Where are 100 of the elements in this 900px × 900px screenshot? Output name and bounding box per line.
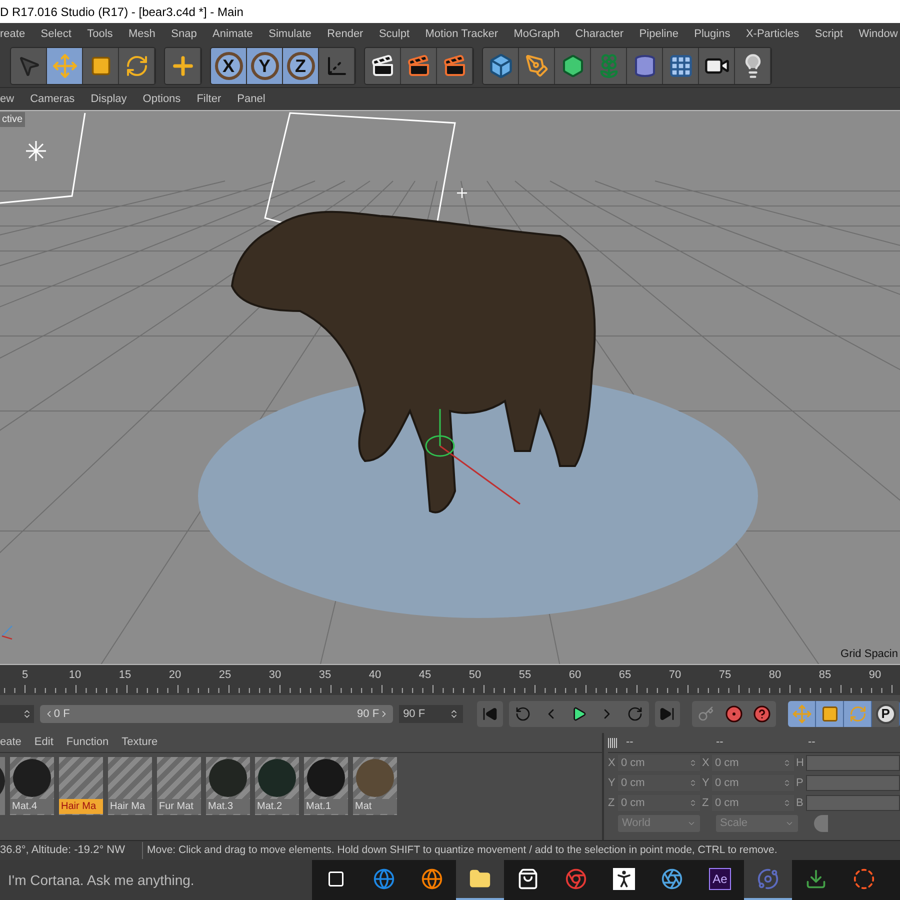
taskbar-app-button[interactable]: Ae xyxy=(696,860,744,900)
material-swatch[interactable]: Mat xyxy=(353,757,397,815)
play-icon xyxy=(570,706,587,722)
menu-item[interactable]: MoGraph xyxy=(514,26,560,42)
key-mode-button[interactable] xyxy=(844,701,872,727)
material-menu-item[interactable]: Edit xyxy=(34,734,54,751)
menu-item[interactable]: Pipeline xyxy=(639,26,678,42)
light-button[interactable] xyxy=(735,48,771,84)
aperture-icon xyxy=(661,868,683,890)
key-mode-button[interactable] xyxy=(816,701,844,727)
material-swatch[interactable]: Hair Ma xyxy=(59,757,103,815)
menu-item[interactable]: Render xyxy=(327,26,364,42)
go-to-start-button[interactable] xyxy=(476,701,503,727)
menu-item[interactable]: Script xyxy=(814,26,843,42)
axis-label: X xyxy=(608,756,616,771)
menu-item[interactable]: Mesh xyxy=(128,26,156,42)
search-field[interactable]: I'm Cortana. Ask me anything. xyxy=(0,860,312,900)
frame-number: 65 xyxy=(618,668,632,682)
material-swatch[interactable]: Mat.4 xyxy=(10,757,54,815)
material-swatch[interactable]: Mat.3 xyxy=(206,757,250,815)
menu-item[interactable]: Sculpt xyxy=(378,26,410,42)
axis-lock-button[interactable]: Y xyxy=(247,48,283,84)
key-mode-button[interactable] xyxy=(788,701,816,727)
max-frame-field[interactable]: 90 F xyxy=(399,705,463,723)
viewport-menu-item[interactable]: Options xyxy=(142,90,181,108)
cloner-button[interactable] xyxy=(591,48,627,84)
axis-gizmo-icon xyxy=(2,626,12,640)
rotate-tool-button[interactable] xyxy=(119,48,155,84)
curved-arrow-icon xyxy=(514,706,531,722)
menu-item[interactable]: Select xyxy=(40,26,72,42)
spinner-icon xyxy=(689,759,697,767)
viewport-menu-item[interactable]: Display xyxy=(90,90,127,108)
frame-range-slider[interactable]: 0 F 90 F xyxy=(40,705,394,723)
menu-item[interactable]: X-Particles xyxy=(746,26,800,42)
menu-item[interactable]: Simulate xyxy=(268,26,312,42)
viewport-menu-item[interactable]: Filter xyxy=(196,90,222,108)
frame-number: 85 xyxy=(818,668,832,682)
move-tool-button[interactable] xyxy=(47,48,83,84)
spinner-icon xyxy=(689,799,697,807)
column-header: -- xyxy=(716,735,724,750)
taskbar-app-button[interactable] xyxy=(456,860,504,900)
frame-number: 55 xyxy=(518,668,532,682)
render-button[interactable] xyxy=(401,48,437,84)
coordinate-system-button[interactable] xyxy=(319,48,355,84)
render-button[interactable] xyxy=(437,48,473,84)
camera-button[interactable] xyxy=(699,48,735,84)
frame-number: 20 xyxy=(168,668,182,682)
viewport[interactable]: ctive Grid Spacin xyxy=(0,110,900,665)
material-menu-item[interactable]: Function xyxy=(66,734,109,751)
axis-lock-button[interactable]: Z xyxy=(283,48,319,84)
deformer-button[interactable] xyxy=(627,48,663,84)
axis-label: Y xyxy=(702,776,710,791)
spinner-icon xyxy=(783,759,791,767)
material-swatch[interactable]: Hair Ma xyxy=(108,757,152,815)
menu-item[interactable]: Animate xyxy=(212,26,253,42)
render-button[interactable] xyxy=(365,48,401,84)
clapperboard-icon xyxy=(370,54,394,78)
viewport-menu-item[interactable]: Cameras xyxy=(30,90,75,108)
material-swatch[interactable]: Fur Mat xyxy=(157,757,201,815)
camera-label: ctive xyxy=(0,112,25,127)
frame-number: 50 xyxy=(468,668,482,682)
cube-button[interactable] xyxy=(483,48,519,84)
material-swatch[interactable]: Mat.1 xyxy=(304,757,348,815)
record-icon xyxy=(725,705,744,723)
status-coordinates: 36.8°, Altitude: -19.2° NW xyxy=(0,842,143,859)
menu-item[interactable]: Motion Tracker xyxy=(425,26,498,42)
axis-lock-button[interactable]: X xyxy=(211,48,247,84)
menu-item[interactable]: Snap xyxy=(171,26,197,42)
frame-number: 25 xyxy=(218,668,232,682)
viewport-menu-item[interactable]: ew xyxy=(0,90,14,108)
frame-number: 35 xyxy=(318,668,332,682)
rotation-field[interactable] xyxy=(806,755,900,771)
menu-item[interactable]: reate xyxy=(0,26,26,42)
material-swatch[interactable] xyxy=(0,757,5,815)
light-icon xyxy=(26,141,46,161)
menu-item[interactable]: Tools xyxy=(87,26,113,42)
material-menu-item[interactable]: Texture xyxy=(122,734,158,751)
frame-number: 30 xyxy=(268,668,282,682)
floor-button[interactable] xyxy=(663,48,699,84)
viewport-menu-item[interactable]: Panel xyxy=(237,90,266,108)
frame-number: 60 xyxy=(568,668,582,682)
scale-tool-button[interactable] xyxy=(83,48,119,84)
spinner-icon xyxy=(448,709,459,719)
frame-spinner-field[interactable] xyxy=(0,705,34,723)
subdivision-button[interactable] xyxy=(555,48,591,84)
rotation-field[interactable] xyxy=(806,775,900,791)
pen-button[interactable] xyxy=(519,48,555,84)
material-menu-item[interactable]: eate xyxy=(0,734,22,751)
material-swatch[interactable]: Mat.2 xyxy=(255,757,299,815)
chrome-icon xyxy=(565,868,587,890)
menu-item[interactable]: Plugins xyxy=(694,26,730,42)
curved-arrow-icon xyxy=(626,706,643,722)
go-to-end-button[interactable] xyxy=(654,701,680,727)
rotation-field[interactable] xyxy=(806,795,900,811)
menu-item[interactable]: Window xyxy=(858,26,898,42)
key-mode-button[interactable]: P xyxy=(872,701,900,727)
skip-forward-icon xyxy=(659,706,676,722)
menu-item[interactable]: Character xyxy=(575,26,624,42)
spinner-icon xyxy=(22,709,32,719)
spinner-icon xyxy=(689,779,697,787)
